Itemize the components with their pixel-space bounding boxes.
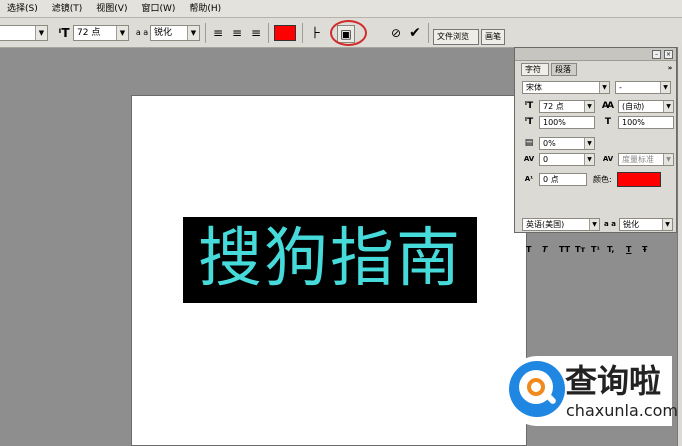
- panel-titlebar[interactable]: – ×: [515, 48, 676, 61]
- language-select[interactable]: 英语(美国) ▼: [522, 218, 600, 231]
- font-size-field[interactable]: 72 点 ▼: [539, 100, 595, 113]
- toolbar-divider: [205, 23, 206, 43]
- right-dock-edge: [677, 47, 682, 446]
- color-label: 颜色:: [593, 175, 612, 184]
- kerning-select[interactable]: 度量标准 ▼: [618, 153, 674, 166]
- chevron-down-icon: ▼: [663, 154, 673, 165]
- color-swatch[interactable]: [617, 172, 661, 187]
- chevron-down-icon: ▼: [660, 82, 670, 93]
- chevron-down-icon: ▼: [584, 101, 594, 112]
- strikethrough-button[interactable]: Ŧ: [642, 245, 647, 255]
- tsume-field[interactable]: 0% ▼: [539, 137, 595, 150]
- canvas-text: 搜狗指南: [198, 222, 462, 296]
- watermark-url: chaxunla.com: [566, 401, 678, 420]
- minimize-icon[interactable]: –: [652, 50, 661, 59]
- tab-brushes[interactable]: 画笔: [481, 29, 505, 45]
- align-right-icon[interactable]: ≡: [248, 25, 264, 41]
- subscript-button[interactable]: T,: [607, 245, 614, 255]
- toolbar-divider: [302, 23, 303, 43]
- font-style-select[interactable]: - ▼: [615, 81, 671, 94]
- commit-check-icon[interactable]: ✔: [407, 25, 423, 41]
- menu-window[interactable]: 窗口(W): [134, 0, 182, 18]
- horizontal-scale-icon: T: [604, 117, 612, 127]
- baseline-shift-field[interactable]: 0 点: [539, 173, 587, 186]
- chevron-down-icon: ▼: [35, 26, 47, 40]
- antialias-icon: a a: [135, 28, 149, 37]
- chevron-down-icon: ▼: [662, 219, 672, 230]
- tracking-icon: AV: [523, 155, 535, 163]
- antialias-select[interactable]: 锐化 ▼: [619, 218, 673, 231]
- align-center-icon[interactable]: ≡: [229, 25, 245, 41]
- baseline-shift-icon: A¹: [524, 175, 534, 183]
- underline-button[interactable]: T: [626, 245, 631, 255]
- tsume-icon: ▤: [524, 138, 534, 148]
- text-layer[interactable]: 搜狗指南: [183, 217, 477, 303]
- chevron-down-icon: ▼: [589, 219, 599, 230]
- vertical-scale-icon: ᴵT: [524, 117, 534, 127]
- antialias-icon: a a: [604, 220, 616, 228]
- tracking-field[interactable]: 0 ▼: [539, 153, 595, 166]
- chevron-down-icon: ▼: [599, 82, 609, 93]
- font-size-icon: ᴵT: [524, 101, 534, 111]
- menu-view[interactable]: 视图(V): [89, 0, 134, 18]
- kerning-icon: AV: [602, 155, 614, 163]
- chevron-down-icon: ▼: [663, 101, 673, 112]
- tab-character[interactable]: 字符: [521, 63, 549, 76]
- toolbar-divider: [428, 23, 429, 43]
- close-icon[interactable]: ×: [664, 50, 673, 59]
- font-size-select[interactable]: 72 点 ▼: [73, 25, 129, 41]
- chevron-down-icon: ▼: [584, 138, 594, 149]
- leading-icon: Ꜳ: [601, 101, 615, 111]
- cancel-icon[interactable]: ⊘: [388, 25, 404, 41]
- menu-select[interactable]: 选择(S): [0, 0, 45, 18]
- chevron-down-icon: ▼: [116, 26, 128, 40]
- chevron-down-icon: ▼: [584, 154, 594, 165]
- leading-field[interactable]: (自动) ▼: [618, 100, 674, 113]
- superscript-button[interactable]: T¹: [591, 245, 600, 255]
- text-color-swatch[interactable]: [274, 25, 296, 41]
- warp-text-icon[interactable]: ⺊: [308, 25, 324, 41]
- font-style-select[interactable]: ▼: [0, 25, 48, 41]
- menu-bar: 选择(S) 滤镜(T) 视图(V) 窗口(W) 帮助(H): [0, 0, 682, 18]
- faux-bold-button[interactable]: T: [526, 245, 531, 255]
- align-left-icon[interactable]: ≡: [210, 25, 226, 41]
- faux-italic-button[interactable]: T: [542, 245, 547, 255]
- font-family-select[interactable]: 宋体 ▼: [522, 81, 610, 94]
- tab-paragraph[interactable]: 段落: [551, 63, 577, 76]
- horizontal-scale-field[interactable]: 100%: [618, 116, 674, 129]
- menu-filter[interactable]: 滤镜(T): [45, 0, 90, 18]
- chevron-down-icon: ▼: [187, 26, 199, 40]
- small-caps-button[interactable]: Tт: [575, 245, 585, 255]
- vertical-scale-field[interactable]: 100%: [539, 116, 595, 129]
- tab-file-browser[interactable]: 文件浏览: [433, 29, 479, 45]
- watermark-title: 查询啦: [565, 362, 662, 400]
- highlight-circle: [330, 20, 367, 46]
- menu-help[interactable]: 帮助(H): [182, 0, 228, 18]
- all-caps-button[interactable]: TT: [559, 245, 570, 255]
- watermark-logo: [509, 361, 565, 417]
- panel-menu-icon[interactable]: »: [665, 62, 675, 75]
- character-panel: – × 字符 段落 » 宋体 ▼ - ▼ ᴵT 72 点 ▼ Ꜳ (自动) ▼ ᴵT 1…: [514, 47, 677, 254]
- toolbar-divider: [268, 23, 269, 43]
- antialias-select[interactable]: 锐化 ▼: [150, 25, 200, 41]
- font-size-icon: ᴵT: [58, 26, 70, 40]
